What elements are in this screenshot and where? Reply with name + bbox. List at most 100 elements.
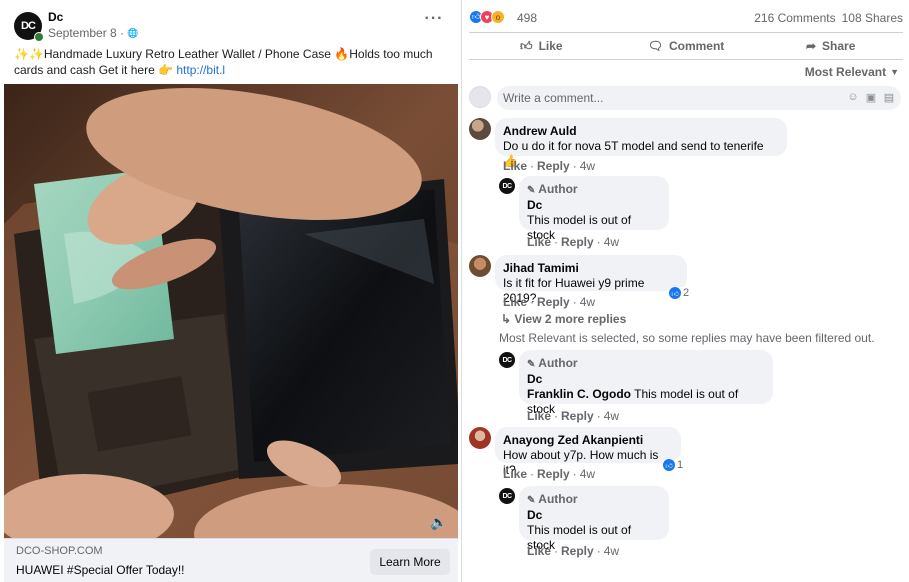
comments-count[interactable]: 216 Comments: [754, 11, 835, 25]
comment-like-link[interactable]: Like: [503, 295, 527, 309]
post-header: DC Dc September 8 · 🌐 ···: [14, 10, 454, 42]
reaction-count[interactable]: 498: [517, 11, 537, 25]
write-comment-row: ☺ ▣ ▤: [469, 86, 903, 110]
chevron-down-icon: ▼: [890, 67, 899, 77]
page-avatar[interactable]: DC: [14, 12, 44, 42]
reply-bubble: ✎ Author Dc This model is out of stock: [519, 176, 669, 242]
author-badge-label: Author: [538, 356, 578, 370]
reply-bubble: ✎ Author Dc Franklin C. Ogodo This model…: [519, 350, 773, 416]
reply-actions: Like · Reply · 4w: [527, 235, 620, 249]
author-badge-label: Author: [538, 492, 578, 506]
comment-like-link[interactable]: Like: [503, 467, 527, 481]
author-badge-label: Author: [538, 182, 578, 196]
page-name[interactable]: Dc: [48, 10, 63, 24]
avatar[interactable]: [469, 427, 491, 449]
reply-mention[interactable]: Franklin C. Ogodo: [527, 387, 631, 401]
sticker-icon[interactable]: ▤: [883, 91, 895, 104]
comment-actions: Like · Reply · 4w: [503, 295, 596, 309]
globe-icon: 🌐: [127, 27, 139, 38]
comment-input[interactable]: [497, 86, 901, 110]
post-text: ✨✨Handmade Luxury Retro Leather Wallet /…: [14, 46, 452, 78]
share-button[interactable]: ➦ Share: [758, 33, 903, 59]
comment-reaction-count[interactable]: 👍︎ 1: [661, 459, 686, 471]
like-button[interactable]: 👍︎ Like: [469, 33, 614, 59]
view-more-label: View 2 more replies: [514, 312, 627, 326]
reply-like-link[interactable]: Like: [527, 409, 551, 423]
post-link[interactable]: http://bit.l: [176, 63, 225, 77]
link-title: HUAWEI #Special Offer Today!!: [16, 563, 185, 577]
author-badge: ✎ Author: [527, 492, 661, 508]
comment-like-link[interactable]: Like: [503, 159, 527, 173]
like-label: Like: [538, 39, 563, 53]
pencil-icon: ✎: [527, 495, 536, 506]
fire-emoji: 🔥: [334, 47, 350, 61]
comment-author[interactable]: Andrew Auld: [503, 124, 779, 139]
reply-time[interactable]: 4w: [604, 235, 619, 249]
link-preview[interactable]: DCO-SHOP.COM HUAWEI #Special Offer Today…: [4, 538, 458, 582]
comment-bubble: Anayong Zed Akanpienti How about y7p. Ho…: [495, 427, 681, 477]
comment-bubble-icon: 🗨︎: [647, 39, 663, 53]
post-video[interactable]: 🔈: [4, 84, 458, 538]
comment-button[interactable]: 🗨︎ Comment: [614, 33, 759, 59]
comment-author[interactable]: Jihad Tamimi: [503, 261, 679, 276]
post-meta: September 8 · 🌐: [48, 26, 138, 40]
comment-actions: Like · Reply · 4w: [503, 467, 596, 481]
post-actions: 👍︎ Like 🗨︎ Comment ➦ Share: [469, 32, 903, 60]
sort-label: Most Relevant: [804, 65, 887, 79]
author-badge: ✎ Author: [527, 356, 765, 372]
reply-like-link[interactable]: Like: [527, 235, 551, 249]
video-frame: [4, 84, 458, 538]
author-badge: ✎ Author: [527, 182, 661, 198]
comment-reply-link[interactable]: Reply: [537, 159, 570, 173]
more-options-button[interactable]: ···: [422, 11, 446, 32]
reply-actions: Like · Reply · 4w: [527, 544, 620, 558]
comment-reply-link[interactable]: Reply: [537, 467, 570, 481]
view-more-replies[interactable]: ↳ View 2 more replies: [501, 312, 626, 326]
post-text-main: Handmade Luxury Retro Leather Wallet / P…: [43, 47, 335, 61]
reply-bubble: ✎ Author Dc This model is out of stock: [519, 486, 669, 552]
filter-note: Most Relevant is selected, so some repli…: [499, 331, 875, 345]
comment-time[interactable]: 4w: [580, 159, 595, 173]
learn-more-button[interactable]: Learn More: [370, 549, 450, 575]
comment-time[interactable]: 4w: [580, 295, 595, 309]
reply-actions: Like · Reply · 4w: [527, 409, 620, 423]
page-avatar-text: DC: [21, 20, 36, 32]
avatar[interactable]: DC: [499, 352, 515, 368]
link-domain: DCO-SHOP.COM: [16, 545, 103, 557]
shares-count[interactable]: 108 Shares: [842, 11, 903, 25]
reaction-number: 2: [683, 287, 690, 299]
reply-arrow-icon: ↳: [501, 312, 512, 326]
reply-time[interactable]: 4w: [604, 409, 619, 423]
sort-dropdown[interactable]: Most Relevant ▼: [805, 65, 899, 79]
reply-like-link[interactable]: Like: [527, 544, 551, 558]
post-date[interactable]: September 8 ·: [48, 26, 124, 40]
reply-author[interactable]: Dc: [527, 198, 661, 213]
reply-reply-link[interactable]: Reply: [561, 409, 594, 423]
reply-reply-link[interactable]: Reply: [561, 235, 594, 249]
comment-bubble: Jihad Tamimi Is it fit for Huawei y9 pri…: [495, 255, 687, 305]
wow-reaction-icon: o: [491, 10, 505, 24]
emoji-icon[interactable]: ☺: [847, 91, 859, 103]
volume-icon[interactable]: 🔈: [430, 514, 448, 530]
avatar[interactable]: [469, 255, 491, 277]
avatar[interactable]: [469, 118, 491, 140]
avatar[interactable]: DC: [499, 178, 515, 194]
comments-panel: 👍︎ ♥ o 498 216 Comments 108 Shares 👍︎ Li…: [463, 0, 909, 582]
comment-reply-link[interactable]: Reply: [537, 295, 570, 309]
reply-reply-link[interactable]: Reply: [561, 544, 594, 558]
comment-author[interactable]: Anayong Zed Akanpienti: [503, 433, 673, 448]
reply-author[interactable]: Dc: [527, 372, 765, 387]
reaction-icons[interactable]: 👍︎ ♥ o: [469, 10, 505, 24]
verified-dot-icon: [34, 32, 44, 42]
comment-reaction-count[interactable]: 👍︎ 2: [667, 287, 692, 299]
avatar[interactable]: DC: [499, 488, 515, 504]
like-reaction-icon: 👍︎: [669, 287, 681, 299]
reply-time[interactable]: 4w: [604, 544, 619, 558]
comment-label: Comment: [668, 39, 725, 53]
comment-time[interactable]: 4w: [580, 467, 595, 481]
gif-icon[interactable]: ▣: [865, 91, 877, 104]
reply-author[interactable]: Dc: [527, 508, 661, 523]
like-reaction-icon: 👍︎: [663, 459, 675, 471]
thumbs-up-icon: 👍︎: [520, 38, 533, 53]
post-card: DC Dc September 8 · 🌐 ··· ✨✨Handmade Lux…: [0, 0, 462, 582]
